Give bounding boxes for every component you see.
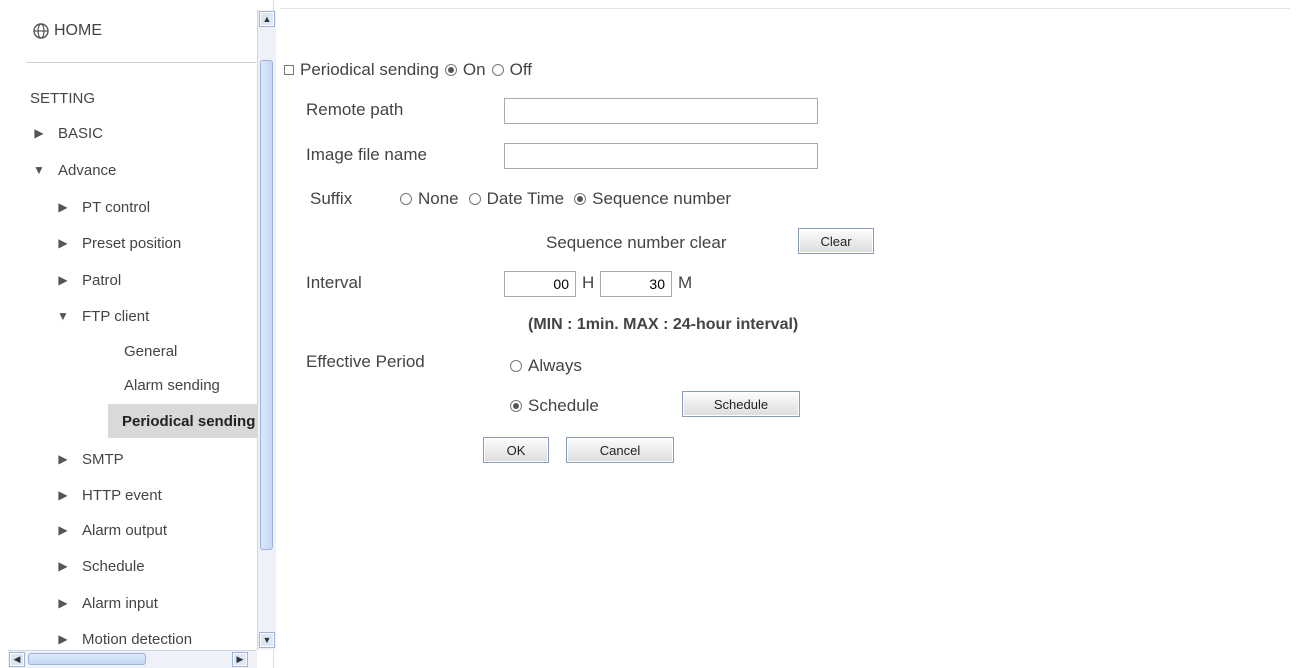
sidebar-item-preset-position[interactable]: ▶ Preset position	[54, 230, 181, 256]
sidebar-item-label: Advance	[58, 161, 117, 179]
horizontal-scrollbar[interactable]: ◀ ▶	[8, 650, 257, 668]
sidebar-item-http-event[interactable]: ▶ HTTP event	[54, 482, 162, 508]
home-label: HOME	[54, 22, 102, 39]
sidebar-sub-periodical-sending[interactable]: Periodical sending	[108, 404, 258, 438]
minutes-unit: M	[678, 273, 693, 292]
suffix-sequence-label[interactable]: Sequence number	[592, 189, 731, 209]
sidebar-item-motion-detection[interactable]: ▶ Motion detection	[54, 626, 254, 652]
periodical-sending-label: Periodical sending	[300, 60, 439, 79]
expand-arrow-icon: ▶	[58, 559, 68, 573]
divider	[26, 62, 256, 63]
always-label[interactable]: Always	[528, 356, 582, 376]
sidebar-item-label: Patrol	[82, 271, 122, 289]
schedule-label[interactable]: Schedule	[528, 396, 599, 416]
remote-path-label: Remote path	[306, 100, 404, 119]
always-radio[interactable]	[510, 360, 522, 372]
remote-path-input[interactable]	[504, 98, 818, 124]
setting-heading: SETTING	[30, 90, 96, 107]
image-file-name-input[interactable]	[504, 143, 818, 169]
sidebar-item-advance[interactable]: ▼ Advance	[30, 157, 116, 183]
clear-button[interactable]: Clear	[798, 228, 874, 254]
scroll-left-icon[interactable]: ◀	[9, 652, 25, 667]
interval-label: Interval	[306, 273, 362, 292]
suffix-datetime-label[interactable]: Date Time	[487, 189, 564, 209]
sidebar-item-basic[interactable]: ▶ BASIC	[30, 120, 103, 146]
sidebar-item-ftp-client[interactable]: ▼ FTP client	[54, 303, 149, 329]
periodical-on-radio[interactable]	[444, 64, 457, 76]
sidebar-item-label: Motion detection	[82, 630, 193, 648]
suffix-options: None Date Time Sequence number	[400, 189, 731, 209]
suffix-none-label[interactable]: None	[418, 189, 459, 209]
sidebar-item-label: Preset position	[82, 234, 182, 252]
sidebar-sub-general[interactable]: General	[124, 343, 177, 360]
expand-arrow-icon: ▶	[58, 273, 68, 287]
interval-minutes-input[interactable]	[600, 271, 672, 297]
globe-icon	[33, 23, 49, 39]
suffix-none-radio[interactable]	[400, 193, 412, 205]
sidebar-sub-alarm-sending[interactable]: Alarm sending	[124, 377, 220, 394]
sidebar-item-label: Alarm output	[82, 521, 168, 539]
cancel-button[interactable]: Cancel	[566, 437, 674, 463]
sidebar-item-label: FTP client	[82, 307, 150, 325]
sidebar-item-smtp[interactable]: ▶ SMTP	[54, 446, 124, 472]
sidebar-item-alarm-output[interactable]: ▶ Alarm output	[54, 517, 167, 543]
sidebar-item-patrol[interactable]: ▶ Patrol	[54, 267, 121, 293]
sidebar-item-label: HTTP event	[82, 486, 162, 504]
main-panel: Periodical sending On Off Remote path Im…	[280, 0, 1299, 668]
expand-arrow-icon: ▶	[58, 632, 68, 646]
sequence-clear-label: Sequence number clear	[546, 233, 727, 252]
image-file-name-label: Image file name	[306, 145, 427, 164]
collapse-arrow-icon: ▼	[57, 309, 69, 323]
sidebar-item-label: Alarm input	[82, 594, 158, 612]
expand-arrow-icon: ▶	[58, 236, 68, 250]
divider	[280, 8, 1290, 9]
ok-button[interactable]: OK	[483, 437, 549, 463]
schedule-radio[interactable]	[510, 400, 522, 412]
effective-always-row: Always	[510, 356, 582, 376]
periodical-off-radio[interactable]	[491, 64, 504, 76]
vertical-scrollbar[interactable]: ▲ ▼	[257, 10, 276, 650]
interval-hours-input[interactable]	[504, 271, 576, 297]
section-bullet-icon	[284, 65, 294, 75]
home-link[interactable]: HOME	[32, 16, 102, 46]
sidebar: HOME SETTING ▶ BASIC ▼ Advance ▶ PT cont…	[8, 0, 276, 668]
schedule-button[interactable]: Schedule	[682, 391, 800, 417]
effective-period-label: Effective Period	[306, 352, 425, 371]
expand-arrow-icon: ▶	[58, 200, 68, 214]
scroll-down-icon[interactable]: ▼	[259, 632, 275, 648]
expand-arrow-icon: ▶	[34, 126, 44, 140]
expand-arrow-icon: ▶	[58, 452, 68, 466]
collapse-arrow-icon: ▼	[33, 163, 45, 177]
sidebar-item-label: BASIC	[58, 124, 104, 142]
expand-arrow-icon: ▶	[58, 488, 68, 502]
expand-arrow-icon: ▶	[58, 596, 68, 610]
effective-schedule-row: Schedule	[510, 396, 599, 416]
sidebar-item-pt-control[interactable]: ▶ PT control	[54, 194, 150, 220]
expand-arrow-icon: ▶	[58, 523, 68, 537]
sidebar-item-schedule[interactable]: ▶ Schedule	[54, 553, 145, 579]
sidebar-item-label: Schedule	[82, 557, 145, 575]
suffix-sequence-radio[interactable]	[574, 193, 587, 205]
scrollbar-thumb[interactable]	[28, 653, 146, 665]
sidebar-item-label: PT control	[82, 198, 151, 216]
hours-unit: H	[582, 273, 595, 292]
sidebar-item-alarm-input[interactable]: ▶ Alarm input	[54, 590, 158, 616]
suffix-label: Suffix	[310, 189, 353, 208]
scrollbar-thumb[interactable]	[260, 60, 273, 550]
sidebar-item-label: SMTP	[82, 450, 124, 468]
scroll-right-icon[interactable]: ▶	[232, 652, 248, 667]
periodical-on-label[interactable]: On	[463, 60, 486, 80]
scroll-up-icon[interactable]: ▲	[259, 11, 275, 27]
periodical-off-label[interactable]: Off	[510, 60, 532, 80]
suffix-datetime-radio[interactable]	[468, 193, 481, 205]
periodical-sending-row: Periodical sending On Off	[284, 60, 532, 80]
interval-note: (MIN : 1min. MAX : 24-hour interval)	[528, 316, 799, 333]
